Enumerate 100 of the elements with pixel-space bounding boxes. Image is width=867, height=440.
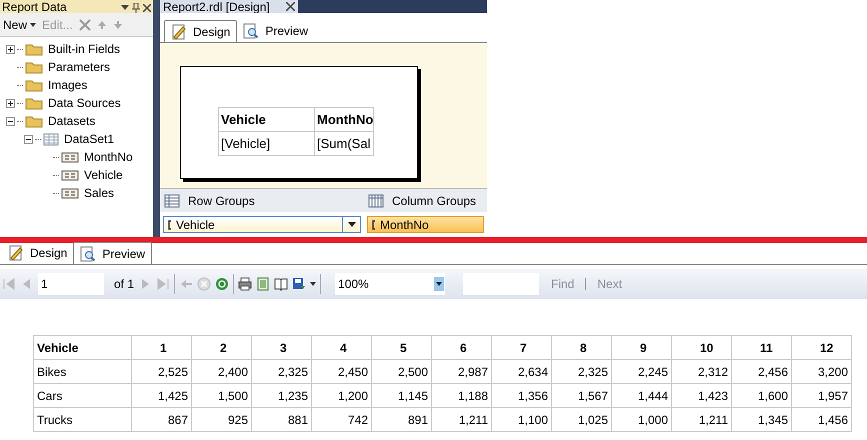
field-icon xyxy=(61,188,79,198)
pin-icon xyxy=(132,3,140,13)
table-cell: 1,567 xyxy=(552,384,612,408)
tablix-cell: MonthNo xyxy=(314,108,374,132)
folder-icon xyxy=(25,96,43,110)
page-number-field[interactable]: 1 xyxy=(38,273,104,295)
table-cell: 1,025 xyxy=(552,408,612,432)
caret-icon xyxy=(30,22,36,26)
column-header: 10 xyxy=(672,336,732,360)
tree-item[interactable]: MonthNo xyxy=(84,148,133,166)
expand-icon[interactable] xyxy=(6,44,15,54)
printer-icon xyxy=(238,277,252,291)
move-up-icon xyxy=(96,20,107,30)
tree-item[interactable]: Images xyxy=(48,76,88,94)
pencil-document-icon xyxy=(171,24,187,40)
group-list-icon xyxy=(164,194,180,208)
table-cell: 1,200 xyxy=(312,384,372,408)
table-cell: 1,211 xyxy=(672,408,732,432)
table-cell: 2,456 xyxy=(732,360,792,384)
folder-icon xyxy=(25,114,43,128)
zoom-dropdown[interactable]: 100% xyxy=(335,273,446,295)
dropdown-icon xyxy=(436,282,442,286)
page-layout-icon xyxy=(256,277,270,291)
last-page-icon xyxy=(156,277,170,291)
column-header: 6 xyxy=(432,336,492,360)
column-header: 12 xyxy=(792,336,852,360)
table-cell: 1,000 xyxy=(612,408,672,432)
table-cell: 867 xyxy=(132,408,192,432)
column-header: 5 xyxy=(372,336,432,360)
table-cell: 1,100 xyxy=(492,408,552,432)
table-cell: 1,425 xyxy=(132,384,192,408)
group-field[interactable]: Vehicle xyxy=(163,216,361,233)
move-down-icon xyxy=(112,20,123,30)
tablix-cell: [Sum(Sal xyxy=(314,132,374,156)
tree-item[interactable]: DataSet1 xyxy=(64,130,114,148)
dropdown-icon xyxy=(121,5,129,11)
close-icon xyxy=(286,2,295,11)
table-cell: Bikes xyxy=(34,360,132,384)
tree-item[interactable]: Data Sources xyxy=(48,94,121,112)
table-cell: 1,957 xyxy=(792,384,852,408)
tree-item[interactable]: Sales xyxy=(84,184,114,202)
collapse-icon[interactable] xyxy=(6,116,15,126)
page-count: of 1 xyxy=(114,276,134,293)
table-cell: Trucks xyxy=(34,408,132,432)
column-header: 8 xyxy=(552,336,612,360)
group-field[interactable]: MonthNo xyxy=(367,216,484,233)
table-cell: 2,500 xyxy=(372,360,432,384)
table-cell: 881 xyxy=(252,408,312,432)
tablix-cell: Vehicle xyxy=(218,108,314,132)
table-cell: Cars xyxy=(34,384,132,408)
table-cell: 1,345 xyxy=(732,408,792,432)
table-cell: 1,356 xyxy=(492,384,552,408)
new-menu-button[interactable]: New xyxy=(3,16,36,34)
field-icon xyxy=(61,152,79,162)
table-cell: 2,634 xyxy=(492,360,552,384)
tab[interactable]: Preview xyxy=(237,20,314,42)
table-cell: 2,312 xyxy=(672,360,732,384)
tree-item[interactable]: Datasets xyxy=(48,112,96,130)
tab[interactable]: Preview xyxy=(73,242,152,264)
table-cell: 742 xyxy=(312,408,372,432)
column-header: 2 xyxy=(192,336,252,360)
folder-icon xyxy=(25,42,43,56)
column-header: Vehicle xyxy=(34,336,132,360)
find-field[interactable] xyxy=(463,273,540,295)
table-cell: 1,188 xyxy=(432,384,492,408)
table-cell: 1,500 xyxy=(192,384,252,408)
tree-item[interactable]: Built-in Fields xyxy=(48,40,120,58)
table-cell: 1,423 xyxy=(672,384,732,408)
tree-item[interactable]: Parameters xyxy=(48,58,110,76)
table-cell: 1,600 xyxy=(732,384,792,408)
table-cell: 1,145 xyxy=(372,384,432,408)
magnifier-document-icon xyxy=(243,23,260,39)
expand-icon[interactable] xyxy=(6,98,15,108)
column-header: 1 xyxy=(132,336,192,360)
tab[interactable]: Design xyxy=(164,20,238,42)
tab[interactable]: Design xyxy=(2,242,74,264)
folder-icon xyxy=(25,78,43,92)
back-icon xyxy=(179,277,194,291)
column-header: 9 xyxy=(612,336,672,360)
table-cell: 1,235 xyxy=(252,384,312,408)
table-cell: 2,325 xyxy=(552,360,612,384)
field-icon xyxy=(61,170,79,180)
table-cell: 1,211 xyxy=(432,408,492,432)
export-icon xyxy=(292,277,306,291)
column-header: 11 xyxy=(732,336,792,360)
table-cell: 3,200 xyxy=(792,360,852,384)
table-cell: 891 xyxy=(372,408,432,432)
collapse-icon[interactable] xyxy=(24,134,33,144)
group-pane-title: Column Groups xyxy=(392,192,476,210)
magnifier-document-icon xyxy=(80,246,96,262)
table-cell: 2,525 xyxy=(132,360,192,384)
dropdown-icon xyxy=(348,222,356,227)
table-icon xyxy=(43,132,59,146)
folder-icon xyxy=(25,60,43,74)
table-cell: 2,245 xyxy=(612,360,672,384)
tree-item[interactable]: Vehicle xyxy=(84,166,123,184)
table-cell: 1,456 xyxy=(792,408,852,432)
table-cell: 2,450 xyxy=(312,360,372,384)
group-pane-title: Row Groups xyxy=(188,192,255,210)
tablix-cell: [Vehicle] xyxy=(218,132,314,156)
